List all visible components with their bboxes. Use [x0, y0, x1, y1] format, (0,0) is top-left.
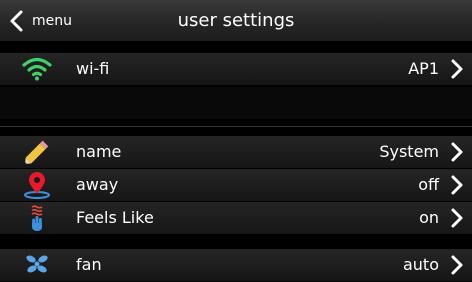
settings-row-value: auto [402, 255, 439, 274]
header-bar: menu user settings [0, 0, 472, 41]
pencil-icon [20, 138, 54, 166]
page-title: user settings [177, 10, 295, 31]
settings-row-value: on [419, 208, 439, 227]
settings-row-value: off [418, 175, 439, 194]
chevron-right-icon [446, 253, 468, 277]
fan-icon [20, 251, 54, 279]
chevron-right-icon [446, 173, 468, 197]
settings-row-label: wi-fi [76, 59, 110, 78]
chevron-right-icon [446, 140, 468, 164]
settings-row-label: Feels Like [76, 208, 154, 227]
settings-row-away[interactable]: away off [0, 169, 472, 202]
settings-row-label: name [76, 142, 122, 161]
wifi-icon [20, 55, 54, 83]
section-divider [0, 126, 472, 127]
section-spacer [0, 87, 472, 119]
settings-row-name[interactable]: name System [0, 136, 472, 169]
location-pin-icon [20, 171, 54, 199]
settings-row-label: fan [76, 255, 102, 274]
settings-row-label: away [76, 175, 119, 194]
settings-row-wifi[interactable]: wi-fi AP1 [0, 53, 472, 86]
settings-row-feels-like[interactable]: Feels Like on [0, 202, 472, 235]
chevron-right-icon [446, 206, 468, 230]
settings-row-value: AP1 [408, 59, 439, 78]
settings-row-fan[interactable]: fan auto [0, 249, 472, 282]
chevron-right-icon [446, 57, 468, 81]
settings-row-value: System [379, 142, 439, 161]
feels-like-hand-icon [20, 204, 54, 232]
